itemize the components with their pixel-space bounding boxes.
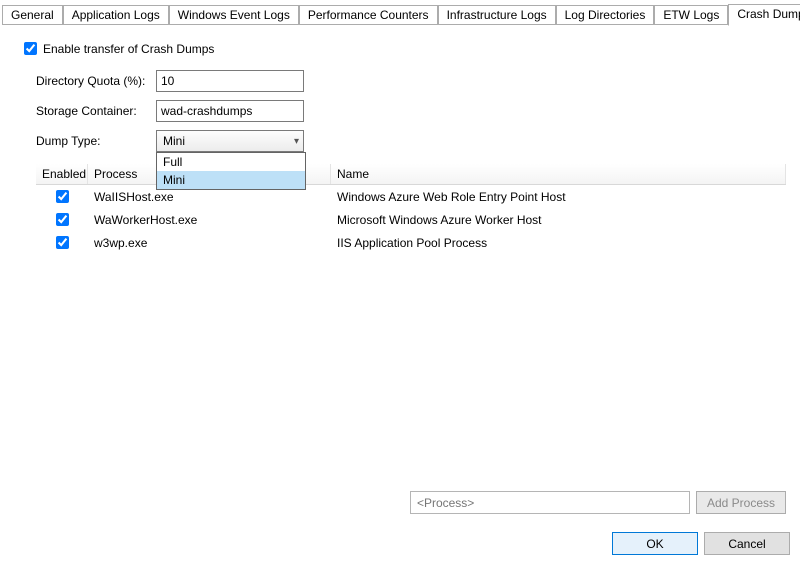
column-header-enabled[interactable]: Enabled: [36, 164, 88, 184]
add-process-button[interactable]: Add Process: [696, 491, 786, 514]
table-row[interactable]: WaWorkerHost.exe Microsoft Windows Azure…: [36, 208, 786, 231]
row-process: WaIISHost.exe: [88, 189, 331, 205]
tab-performance-counters[interactable]: Performance Counters: [299, 5, 438, 25]
enable-transfer-checkbox[interactable]: [24, 42, 37, 55]
process-input[interactable]: [410, 491, 690, 514]
enable-transfer-row: Enable transfer of Crash Dumps: [20, 39, 786, 58]
row-name: IIS Application Pool Process: [331, 235, 786, 251]
tab-crash-dumps[interactable]: Crash Dumps: [728, 4, 800, 26]
grid-header: Enabled Process Name: [36, 164, 786, 185]
dump-type-combo[interactable]: Mini ▾ Full Mini: [156, 130, 304, 152]
directory-quota-label: Directory Quota (%):: [36, 74, 156, 88]
dump-type-row: Dump Type: Mini ▾ Full Mini: [36, 130, 786, 152]
directory-quota-input[interactable]: [156, 70, 304, 92]
dump-type-label: Dump Type:: [36, 134, 156, 148]
tabstrip: General Application Logs Windows Event L…: [0, 0, 800, 25]
row-enabled-checkbox[interactable]: [56, 236, 69, 249]
row-name: Windows Azure Web Role Entry Point Host: [331, 189, 786, 205]
column-header-name[interactable]: Name: [331, 164, 786, 184]
directory-quota-row: Directory Quota (%):: [36, 70, 786, 92]
row-enabled-checkbox[interactable]: [56, 190, 69, 203]
storage-container-row: Storage Container:: [36, 100, 786, 122]
tab-log-directories[interactable]: Log Directories: [556, 5, 655, 25]
row-process: w3wp.exe: [88, 235, 331, 251]
dump-type-option-mini[interactable]: Mini: [157, 171, 305, 189]
table-row[interactable]: w3wp.exe IIS Application Pool Process: [36, 231, 786, 254]
tab-etw-logs[interactable]: ETW Logs: [654, 5, 728, 25]
cancel-button[interactable]: Cancel: [704, 532, 790, 555]
dump-type-option-full[interactable]: Full: [157, 153, 305, 171]
grid-body: WaIISHost.exe Windows Azure Web Role Ent…: [36, 185, 786, 485]
table-row[interactable]: WaIISHost.exe Windows Azure Web Role Ent…: [36, 185, 786, 208]
add-process-row: Add Process: [36, 491, 786, 514]
tab-application-logs[interactable]: Application Logs: [63, 5, 169, 25]
storage-container-input[interactable]: [156, 100, 304, 122]
dialog-window: General Application Logs Windows Event L…: [0, 0, 800, 565]
process-grid: Enabled Process Name WaIISHost.exe Windo…: [36, 164, 786, 522]
row-name: Microsoft Windows Azure Worker Host: [331, 212, 786, 228]
tab-windows-event-logs[interactable]: Windows Event Logs: [169, 5, 299, 25]
ok-button[interactable]: OK: [612, 532, 698, 555]
dump-type-value: Mini: [163, 134, 185, 148]
dump-type-dropdown: Full Mini: [156, 152, 306, 190]
storage-container-label: Storage Container:: [36, 104, 156, 118]
tab-infrastructure-logs[interactable]: Infrastructure Logs: [438, 5, 556, 25]
row-enabled-checkbox[interactable]: [56, 213, 69, 226]
crash-dumps-panel: Enable transfer of Crash Dumps Directory…: [0, 25, 800, 532]
row-process: WaWorkerHost.exe: [88, 212, 331, 228]
enable-transfer-label: Enable transfer of Crash Dumps: [43, 42, 214, 56]
tab-general[interactable]: General: [2, 5, 63, 25]
dialog-buttons: OK Cancel: [0, 532, 800, 565]
chevron-down-icon: ▾: [294, 136, 299, 147]
